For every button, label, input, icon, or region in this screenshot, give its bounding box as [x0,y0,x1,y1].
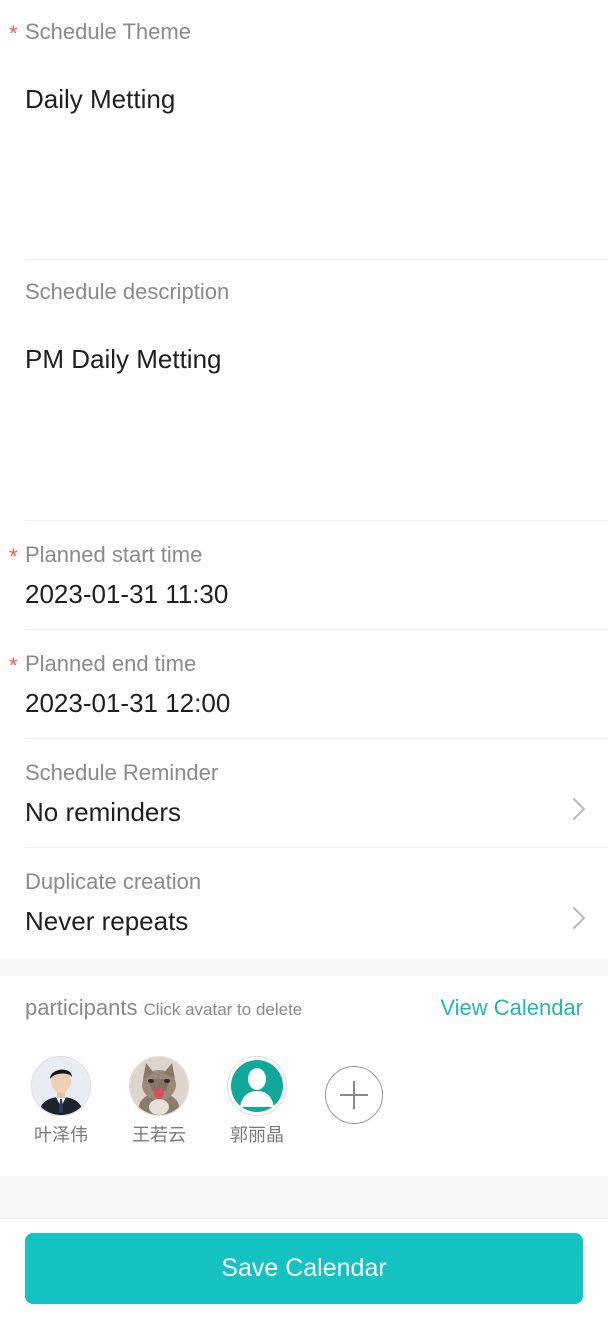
description-field[interactable]: Schedule description PM Daily Metting [25,260,608,521]
schedule-form: * Schedule Theme Daily Metting Schedule … [0,0,608,958]
kitten-photo-icon [130,1057,188,1115]
participant-list: 叶泽伟 王若云 郭丽晶 [31,1056,383,1147]
repeat-value[interactable]: Never repeats [25,906,188,937]
reminder-field[interactable]: Schedule Reminder No reminders [25,739,608,848]
view-calendar-link[interactable]: View Calendar [440,995,583,1021]
participants-hint: Click avatar to delete [143,1000,303,1019]
participants-header: participants Click avatar to delete [25,995,302,1021]
participants-title: participants [25,995,138,1020]
repeat-label: Duplicate creation [25,869,202,894]
chevron-right-icon[interactable] [562,906,586,930]
description-input[interactable]: PM Daily Metting [25,344,222,375]
participant-name: 叶泽伟 [34,1125,88,1145]
chevron-right-icon[interactable] [562,797,586,821]
avatar[interactable] [31,1056,91,1116]
description-label: Schedule description [25,279,230,304]
start-time-label: Planned start time [25,542,203,567]
theme-label: Schedule Theme [25,19,191,44]
participants-section: participants Click avatar to delete View … [0,976,608,1176]
theme-input[interactable]: Daily Metting [25,84,175,115]
start-time-field[interactable]: * Planned start time 2023-01-31 11:30 [9,521,608,630]
participant-item[interactable]: 叶泽伟 [31,1056,91,1147]
default-user-icon [228,1057,286,1115]
reminder-value[interactable]: No reminders [25,797,181,828]
avatar[interactable] [129,1056,189,1116]
repeat-field[interactable]: Duplicate creation Never repeats [25,848,608,958]
participant-item[interactable]: 王若云 [129,1056,189,1147]
section-divider [0,958,608,976]
required-marker: * [9,21,18,46]
start-time-value[interactable]: 2023-01-31 11:30 [25,579,228,610]
participant-item[interactable]: 郭丽晶 [227,1056,287,1147]
participant-name: 王若云 [132,1125,186,1145]
plus-icon[interactable] [325,1066,383,1124]
end-time-value[interactable]: 2023-01-31 12:00 [25,688,230,719]
required-marker: * [9,653,18,678]
reminder-label: Schedule Reminder [25,760,219,785]
required-marker: * [9,544,18,569]
footer-bar: Save Calendar [0,1218,608,1317]
avatar[interactable] [227,1056,287,1116]
end-time-label: Planned end time [25,651,197,676]
end-time-field[interactable]: * Planned end time 2023-01-31 12:00 [9,630,608,739]
theme-field[interactable]: * Schedule Theme Daily Metting [9,0,608,260]
person-suit-photo-icon [32,1057,90,1115]
participant-name: 郭丽晶 [230,1125,284,1145]
save-calendar-button[interactable]: Save Calendar [25,1233,583,1304]
